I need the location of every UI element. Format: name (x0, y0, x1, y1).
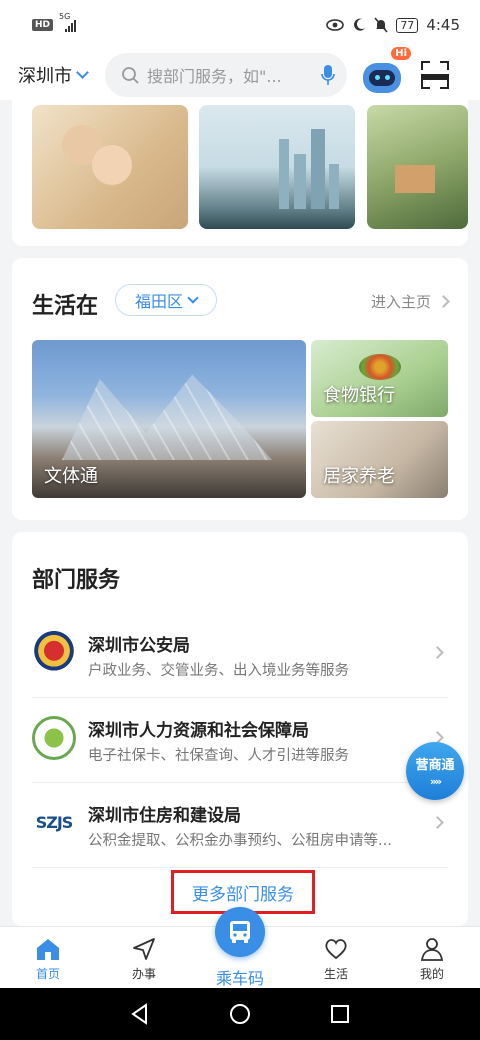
chevron-right-icon (437, 295, 450, 308)
dept-desc: 公积金提取、公积金办事预约、公租房申请等... (88, 833, 392, 849)
bottom-nav: 首页 办事 乘车码 生活 我的 (0, 907, 480, 989)
top-header: 深圳市 搜部门服务，如"... Hi (0, 47, 480, 100)
tile-label: 居家养老 (323, 466, 395, 487)
city-label: 深圳市 (18, 66, 72, 87)
dept-name: 深圳市人力资源和社会保障局 (88, 721, 309, 741)
dept-name: 深圳市住房和建设局 (88, 806, 241, 826)
hd-badge: HD (32, 19, 54, 31)
tile-label: 食物银行 (323, 385, 395, 406)
moon-icon (354, 18, 366, 31)
search-bar[interactable]: 搜部门服务，如"... (105, 53, 347, 97)
chevron-down-icon (187, 292, 199, 304)
ride-code-button[interactable] (215, 907, 265, 957)
home-icon (37, 939, 59, 960)
float-button-label: 营商通 (415, 758, 455, 773)
dept-item-hr-social-security[interactable]: 深圳市人力资源和社会保障局 电子社保卡、社保查询、人才引进等服务 (32, 698, 448, 783)
nav-label: 我的 (419, 967, 444, 981)
nav-label-ride-code[interactable]: 乘车码 (200, 965, 280, 989)
back-triangle-icon[interactable] (129, 1003, 151, 1025)
tile-label: 文体通 (44, 466, 98, 487)
home-circle-icon[interactable] (229, 1003, 251, 1025)
banner-elderly-phone[interactable] (32, 105, 188, 229)
status-bar: HD 5G 77 4:45 (0, 0, 480, 50)
heart-icon (325, 939, 347, 960)
nav-label: 办事 (131, 967, 156, 981)
signal-icon: 5G (59, 12, 81, 32)
tile-culture-sports[interactable]: 文体通 (32, 340, 306, 498)
system-nav-bar (0, 988, 480, 1040)
assistant-robot-button[interactable]: Hi (361, 47, 411, 97)
life-section-card: 生活在 福田区 进入主页 文体通 食物银行 居家养老 (12, 258, 468, 520)
banner-farmer[interactable] (367, 105, 468, 229)
home-link-label: 进入主页 (370, 293, 431, 311)
dept-name: 深圳市公安局 (88, 636, 190, 656)
banner-card (12, 100, 468, 246)
enter-homepage-link[interactable]: 进入主页 (370, 291, 450, 312)
hr-bureau-logo-icon (32, 716, 76, 760)
eye-icon (326, 19, 345, 31)
battery-indicator: 77 (396, 17, 419, 33)
tile-food-bank[interactable]: 食物银行 (311, 340, 448, 417)
more-dept-label: 更多部门服务 (192, 884, 294, 905)
life-section-title: 生活在 (32, 294, 99, 319)
nav-life[interactable]: 生活 (301, 933, 371, 982)
chevron-right-icon (431, 816, 444, 829)
double-arrow-icon: »» (429, 775, 442, 788)
clock: 4:45 (426, 16, 460, 34)
dept-desc: 电子社保卡、社保查询、人才引进等服务 (88, 748, 349, 764)
nav-label: 生活 (323, 967, 348, 981)
hi-badge: Hi (391, 47, 411, 60)
chevron-down-icon (76, 66, 89, 79)
nav-home[interactable]: 首页 (13, 933, 83, 982)
housing-bureau-logo-icon: SZJS (35, 813, 74, 832)
search-icon (122, 67, 139, 84)
dept-desc: 户政业务、交管业务、出入境业务等服务 (88, 663, 349, 679)
recents-square-icon[interactable] (329, 1003, 351, 1025)
bus-icon (230, 921, 250, 943)
dept-item-housing-construction[interactable]: SZJS 深圳市住房和建设局 公积金提取、公积金办事预约、公租房申请等... (32, 783, 448, 868)
send-arrow-icon (133, 938, 155, 960)
chevron-right-icon (431, 646, 444, 659)
tile-home-elderly-care[interactable]: 居家养老 (311, 421, 448, 498)
business-service-float-button[interactable]: 营商通 »» (406, 742, 464, 800)
scan-qr-icon[interactable] (421, 61, 449, 89)
dept-item-police[interactable]: 深圳市公安局 户政业务、交管业务、出入境业务等服务 (32, 613, 448, 698)
district-selector[interactable]: 福田区 (115, 284, 217, 316)
mute-bell-icon (374, 17, 388, 33)
nav-label: 首页 (35, 967, 60, 981)
dept-services-card: 部门服务 深圳市公安局 户政业务、交管业务、出入境业务等服务 深圳市人力资源和社… (12, 532, 468, 926)
microphone-icon[interactable] (321, 64, 335, 86)
nav-services[interactable]: 办事 (109, 933, 179, 982)
user-icon (420, 938, 444, 961)
search-placeholder: 搜部门服务，如"... (147, 67, 282, 86)
dept-section-title: 部门服务 (32, 568, 121, 593)
nav-mine[interactable]: 我的 (397, 933, 467, 982)
police-emblem-icon (32, 631, 76, 675)
banner-city-skyline[interactable] (199, 105, 355, 229)
city-selector[interactable]: 深圳市 (18, 62, 89, 88)
district-label: 福田区 (134, 292, 183, 311)
